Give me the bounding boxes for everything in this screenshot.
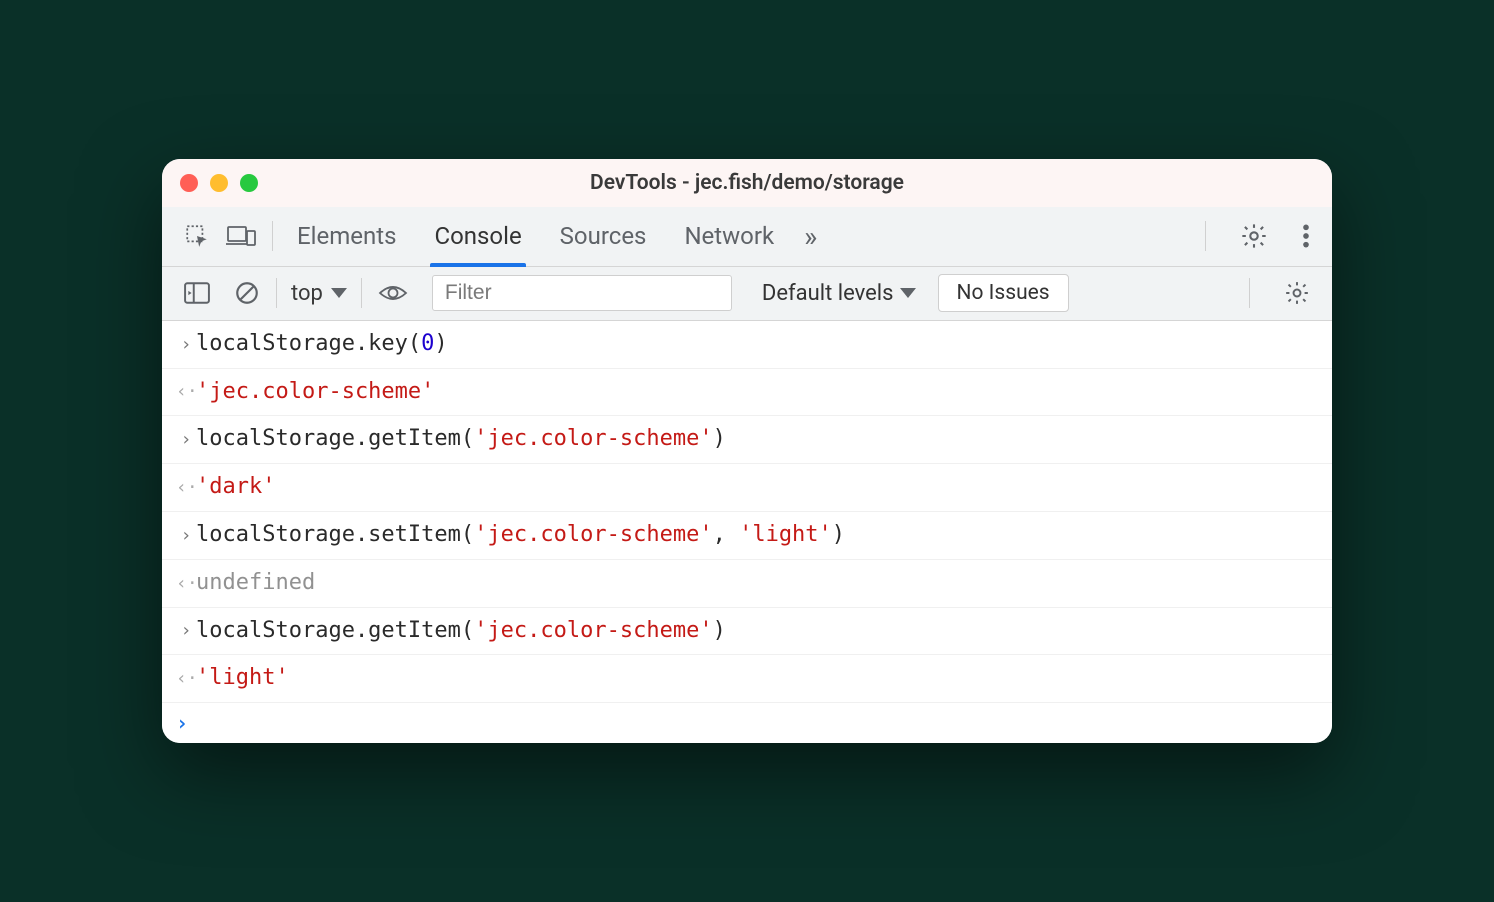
- tab-console[interactable]: Console: [434, 207, 521, 266]
- log-levels-label: Default levels: [762, 281, 894, 306]
- input-marker-icon: ›: [176, 523, 196, 548]
- console-output-value: 'jec.color-scheme': [196, 377, 434, 408]
- context-label: top: [291, 281, 323, 306]
- settings-icon[interactable]: [1232, 216, 1276, 256]
- divider: [1249, 278, 1250, 308]
- more-tabs-icon[interactable]: »: [804, 220, 817, 253]
- console-input-row[interactable]: › localStorage.key(0): [162, 321, 1332, 369]
- filter-input[interactable]: [432, 275, 732, 311]
- console-input-code: localStorage.getItem('jec.color-scheme'): [196, 616, 726, 647]
- tab-network[interactable]: Network: [684, 207, 774, 266]
- console-toolbar: top Default levels No Issues: [162, 267, 1332, 321]
- divider: [272, 221, 273, 251]
- divider: [276, 278, 277, 308]
- console-input-row[interactable]: › localStorage.getItem('jec.color-scheme…: [162, 416, 1332, 464]
- console-input-code: localStorage.setItem('jec.color-scheme',…: [196, 520, 845, 551]
- console-output-value: 'light': [196, 663, 289, 694]
- console-input-row[interactable]: › localStorage.getItem('jec.color-scheme…: [162, 608, 1332, 656]
- tab-bar: Elements Console Sources Network »: [162, 207, 1332, 267]
- more-menu-icon[interactable]: [1294, 217, 1318, 255]
- console-prompt-row[interactable]: ›: [162, 703, 1332, 743]
- maximize-button[interactable]: [240, 174, 258, 192]
- devtools-window: DevTools - jec.fish/demo/storage Element…: [162, 159, 1332, 743]
- output-marker-icon: ‹·: [176, 571, 196, 596]
- console-output-row: ‹· undefined: [162, 560, 1332, 608]
- close-button[interactable]: [180, 174, 198, 192]
- console-toolbar-right: [1241, 274, 1318, 312]
- titlebar: DevTools - jec.fish/demo/storage: [162, 159, 1332, 207]
- minimize-button[interactable]: [210, 174, 228, 192]
- prompt-icon: ›: [176, 711, 188, 735]
- log-levels-selector[interactable]: Default levels: [762, 281, 916, 306]
- live-expression-icon[interactable]: [370, 276, 416, 310]
- toggle-sidebar-icon[interactable]: [176, 276, 218, 310]
- window-title: DevTools - jec.fish/demo/storage: [590, 171, 904, 195]
- tab-elements[interactable]: Elements: [297, 207, 396, 266]
- tabs-list: Elements Console Sources Network: [297, 207, 774, 266]
- tab-sources[interactable]: Sources: [560, 207, 647, 266]
- console-output-row: ‹· 'dark': [162, 464, 1332, 512]
- input-marker-icon: ›: [176, 427, 196, 452]
- inspect-icon[interactable]: [176, 217, 218, 255]
- console-settings-icon[interactable]: [1276, 274, 1318, 312]
- input-marker-icon: ›: [176, 618, 196, 643]
- device-toggle-icon[interactable]: [218, 217, 264, 255]
- input-marker-icon: ›: [176, 332, 196, 357]
- output-marker-icon: ‹·: [176, 379, 196, 404]
- console-input-code: localStorage.key(0): [196, 329, 448, 360]
- traffic-lights: [180, 174, 258, 192]
- chevron-down-icon: [331, 288, 347, 298]
- console-output-value: undefined: [196, 568, 315, 599]
- divider: [361, 278, 362, 308]
- console-input-code: localStorage.getItem('jec.color-scheme'): [196, 424, 726, 455]
- output-marker-icon: ‹·: [176, 666, 196, 691]
- console-output-row: ‹· 'light': [162, 655, 1332, 703]
- issues-label: No Issues: [957, 281, 1050, 305]
- context-selector[interactable]: top: [285, 281, 353, 306]
- console-output-row: ‹· 'jec.color-scheme': [162, 369, 1332, 417]
- console-output: › localStorage.key(0) ‹· 'jec.color-sche…: [162, 321, 1332, 743]
- console-output-value: 'dark': [196, 472, 275, 503]
- issues-button[interactable]: No Issues: [938, 274, 1069, 312]
- tabbar-right: [1197, 216, 1318, 256]
- chevron-down-icon: [900, 288, 916, 298]
- output-marker-icon: ‹·: [176, 475, 196, 500]
- clear-console-icon[interactable]: [226, 274, 268, 312]
- console-input-row[interactable]: › localStorage.setItem('jec.color-scheme…: [162, 512, 1332, 560]
- divider: [1205, 221, 1206, 251]
